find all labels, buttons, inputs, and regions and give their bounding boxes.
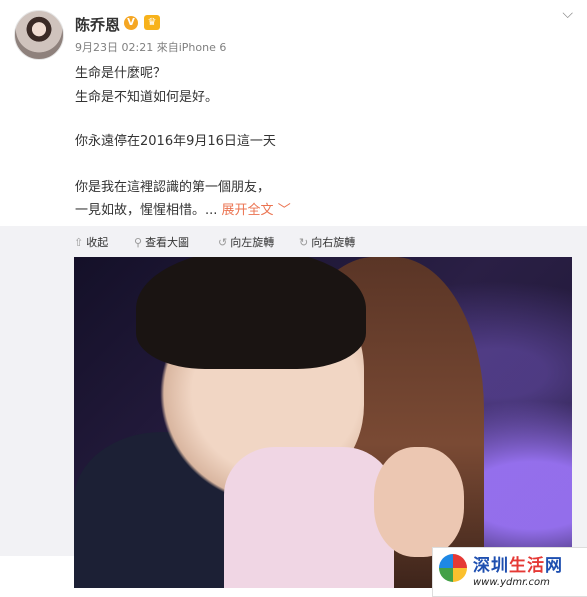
watermark-url: www.ydmr.com [473, 577, 550, 588]
post-text-line-1: 生命是什麼呢？ [75, 66, 167, 81]
site-watermark: 深圳生活网 www.ydmr.com [432, 547, 587, 597]
author-avatar[interactable] [14, 10, 64, 60]
post-text-line-7: 一見如故，惺惺相惜。... 展开全文 ﹀ [75, 203, 291, 218]
post-meta: 9月23日 02:21 來自iPhone 6 [75, 39, 226, 55]
verified-badge-icon: V [124, 16, 138, 30]
collapse-icon: ⇧ [74, 235, 84, 249]
site-logo-icon [439, 554, 467, 582]
view-large-button[interactable]: ⚲ 查看大圖 [134, 234, 189, 250]
post-photo[interactable] [74, 257, 572, 588]
collapse-button[interactable]: ⇧ 收起 [74, 234, 108, 250]
post-text-line-6: 你是我在這裡認識的第一個朋友， [75, 180, 271, 195]
rotate-right-icon: ↻ [299, 235, 309, 249]
post-text-line-2: 生命是不知道如何是好。 [75, 90, 219, 105]
author-name[interactable]: 陈乔恩 [75, 14, 120, 35]
expand-full-text-link[interactable]: 展开全文 ﹀ [222, 203, 291, 218]
post-text-line-4: 你永遠停在2016年9月16日這一天 [75, 134, 276, 149]
rotate-left-icon: ↺ [218, 235, 228, 249]
chevron-down-icon: ﹀ [277, 203, 291, 218]
post-timestamp[interactable]: 9月23日 02:21 [75, 41, 153, 54]
rotate-right-button[interactable]: ↻ 向右旋轉 [299, 234, 355, 250]
photo-man-hair [136, 257, 366, 369]
rotate-left-button[interactable]: ↺ 向左旋轉 [218, 234, 274, 250]
photo-hand [374, 447, 464, 557]
watermark-title: 深圳生活网 [473, 556, 563, 576]
photo-dress [224, 447, 394, 588]
post-source: 來自iPhone 6 [156, 41, 227, 54]
magnifier-icon: ⚲ [134, 235, 143, 249]
post-menu-chevron-icon[interactable]: ⌵ [562, 6, 573, 22]
member-crown-icon: ♛ [144, 15, 160, 30]
